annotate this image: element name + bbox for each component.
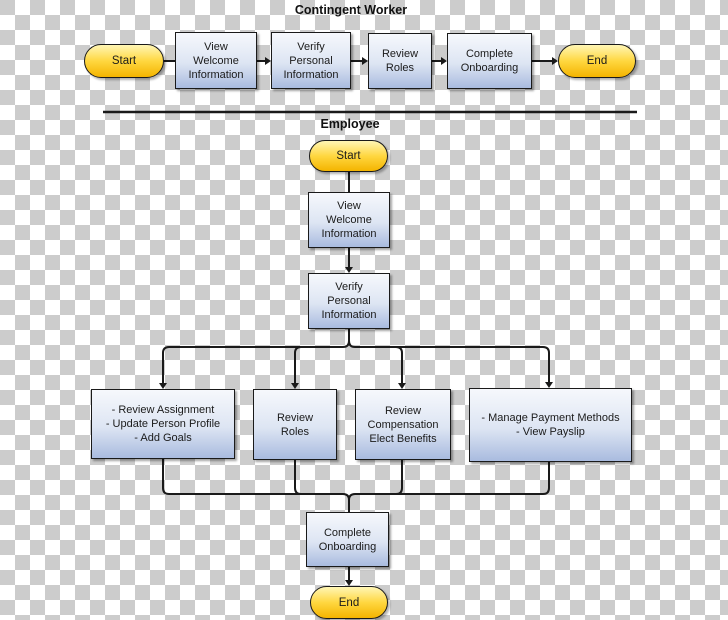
cw-start-label: Start bbox=[111, 55, 137, 67]
connector-branch bbox=[348, 340, 403, 383]
emp-review-roles-node[interactable]: Review Roles bbox=[253, 389, 337, 460]
cw-verify-personal-node[interactable]: Verify Personal Information bbox=[271, 32, 351, 89]
cw-review-roles-node[interactable]: Review Roles bbox=[368, 33, 432, 89]
emp-end-label: End bbox=[338, 596, 360, 609]
emp-view-welcome-node[interactable]: View Welcome Information bbox=[308, 192, 390, 248]
cw-view-welcome-node[interactable]: View Welcome Information bbox=[175, 32, 257, 89]
cw-complete-onboarding-node[interactable]: Complete Onboarding bbox=[447, 33, 532, 89]
emp-start-node[interactable]: Start bbox=[309, 140, 388, 172]
emp-review-assignment-node[interactable]: - Review Assignment - Update Person Prof… bbox=[91, 389, 235, 459]
connector-branch bbox=[396, 346, 550, 382]
emp-review-compensation-node[interactable]: Review Compensation Elect Benefits bbox=[355, 389, 451, 460]
connector-branch bbox=[294, 346, 343, 383]
connector-merge bbox=[348, 460, 403, 501]
cw-view-welcome-label: View Welcome Information bbox=[188, 40, 244, 81]
connector-merge bbox=[162, 459, 350, 512]
cw-complete-onboarding-label: Complete Onboarding bbox=[460, 48, 519, 74]
emp-review-assignment-label: - Review Assignment - Update Person Prof… bbox=[105, 404, 221, 444]
emp-end-node[interactable]: End bbox=[310, 586, 388, 619]
emp-review-compensation-label: Review Compensation Elect Benefits bbox=[367, 404, 439, 445]
contingent-worker-title: Contingent Worker bbox=[294, 3, 408, 17]
connector-merge bbox=[294, 460, 302, 495]
connector-branch bbox=[162, 329, 350, 383]
emp-view-welcome-label: View Welcome Information bbox=[321, 200, 377, 240]
emp-manage-payment-node[interactable]: - Manage Payment Methods - View Payslip bbox=[469, 388, 632, 462]
cw-verify-personal-label: Verify Personal Information bbox=[283, 40, 339, 81]
cw-end-node[interactable]: End bbox=[558, 44, 636, 78]
emp-verify-personal-node[interactable]: Verify Personal Information bbox=[308, 273, 390, 329]
emp-complete-onboarding-node[interactable]: Complete Onboarding bbox=[306, 512, 389, 567]
cw-review-roles-label: Review Roles bbox=[381, 48, 419, 74]
emp-review-roles-label: Review Roles bbox=[276, 411, 314, 438]
emp-manage-payment-label: - Manage Payment Methods - View Payslip bbox=[481, 412, 620, 438]
cw-start-node[interactable]: Start bbox=[84, 44, 164, 78]
connector-merge bbox=[396, 462, 550, 495]
emp-complete-onboarding-label: Complete Onboarding bbox=[318, 526, 377, 553]
emp-start-label: Start bbox=[336, 150, 361, 162]
employee-title: Employee bbox=[320, 117, 380, 131]
emp-verify-personal-label: Verify Personal Information bbox=[321, 281, 377, 321]
cw-end-label: End bbox=[586, 55, 608, 67]
